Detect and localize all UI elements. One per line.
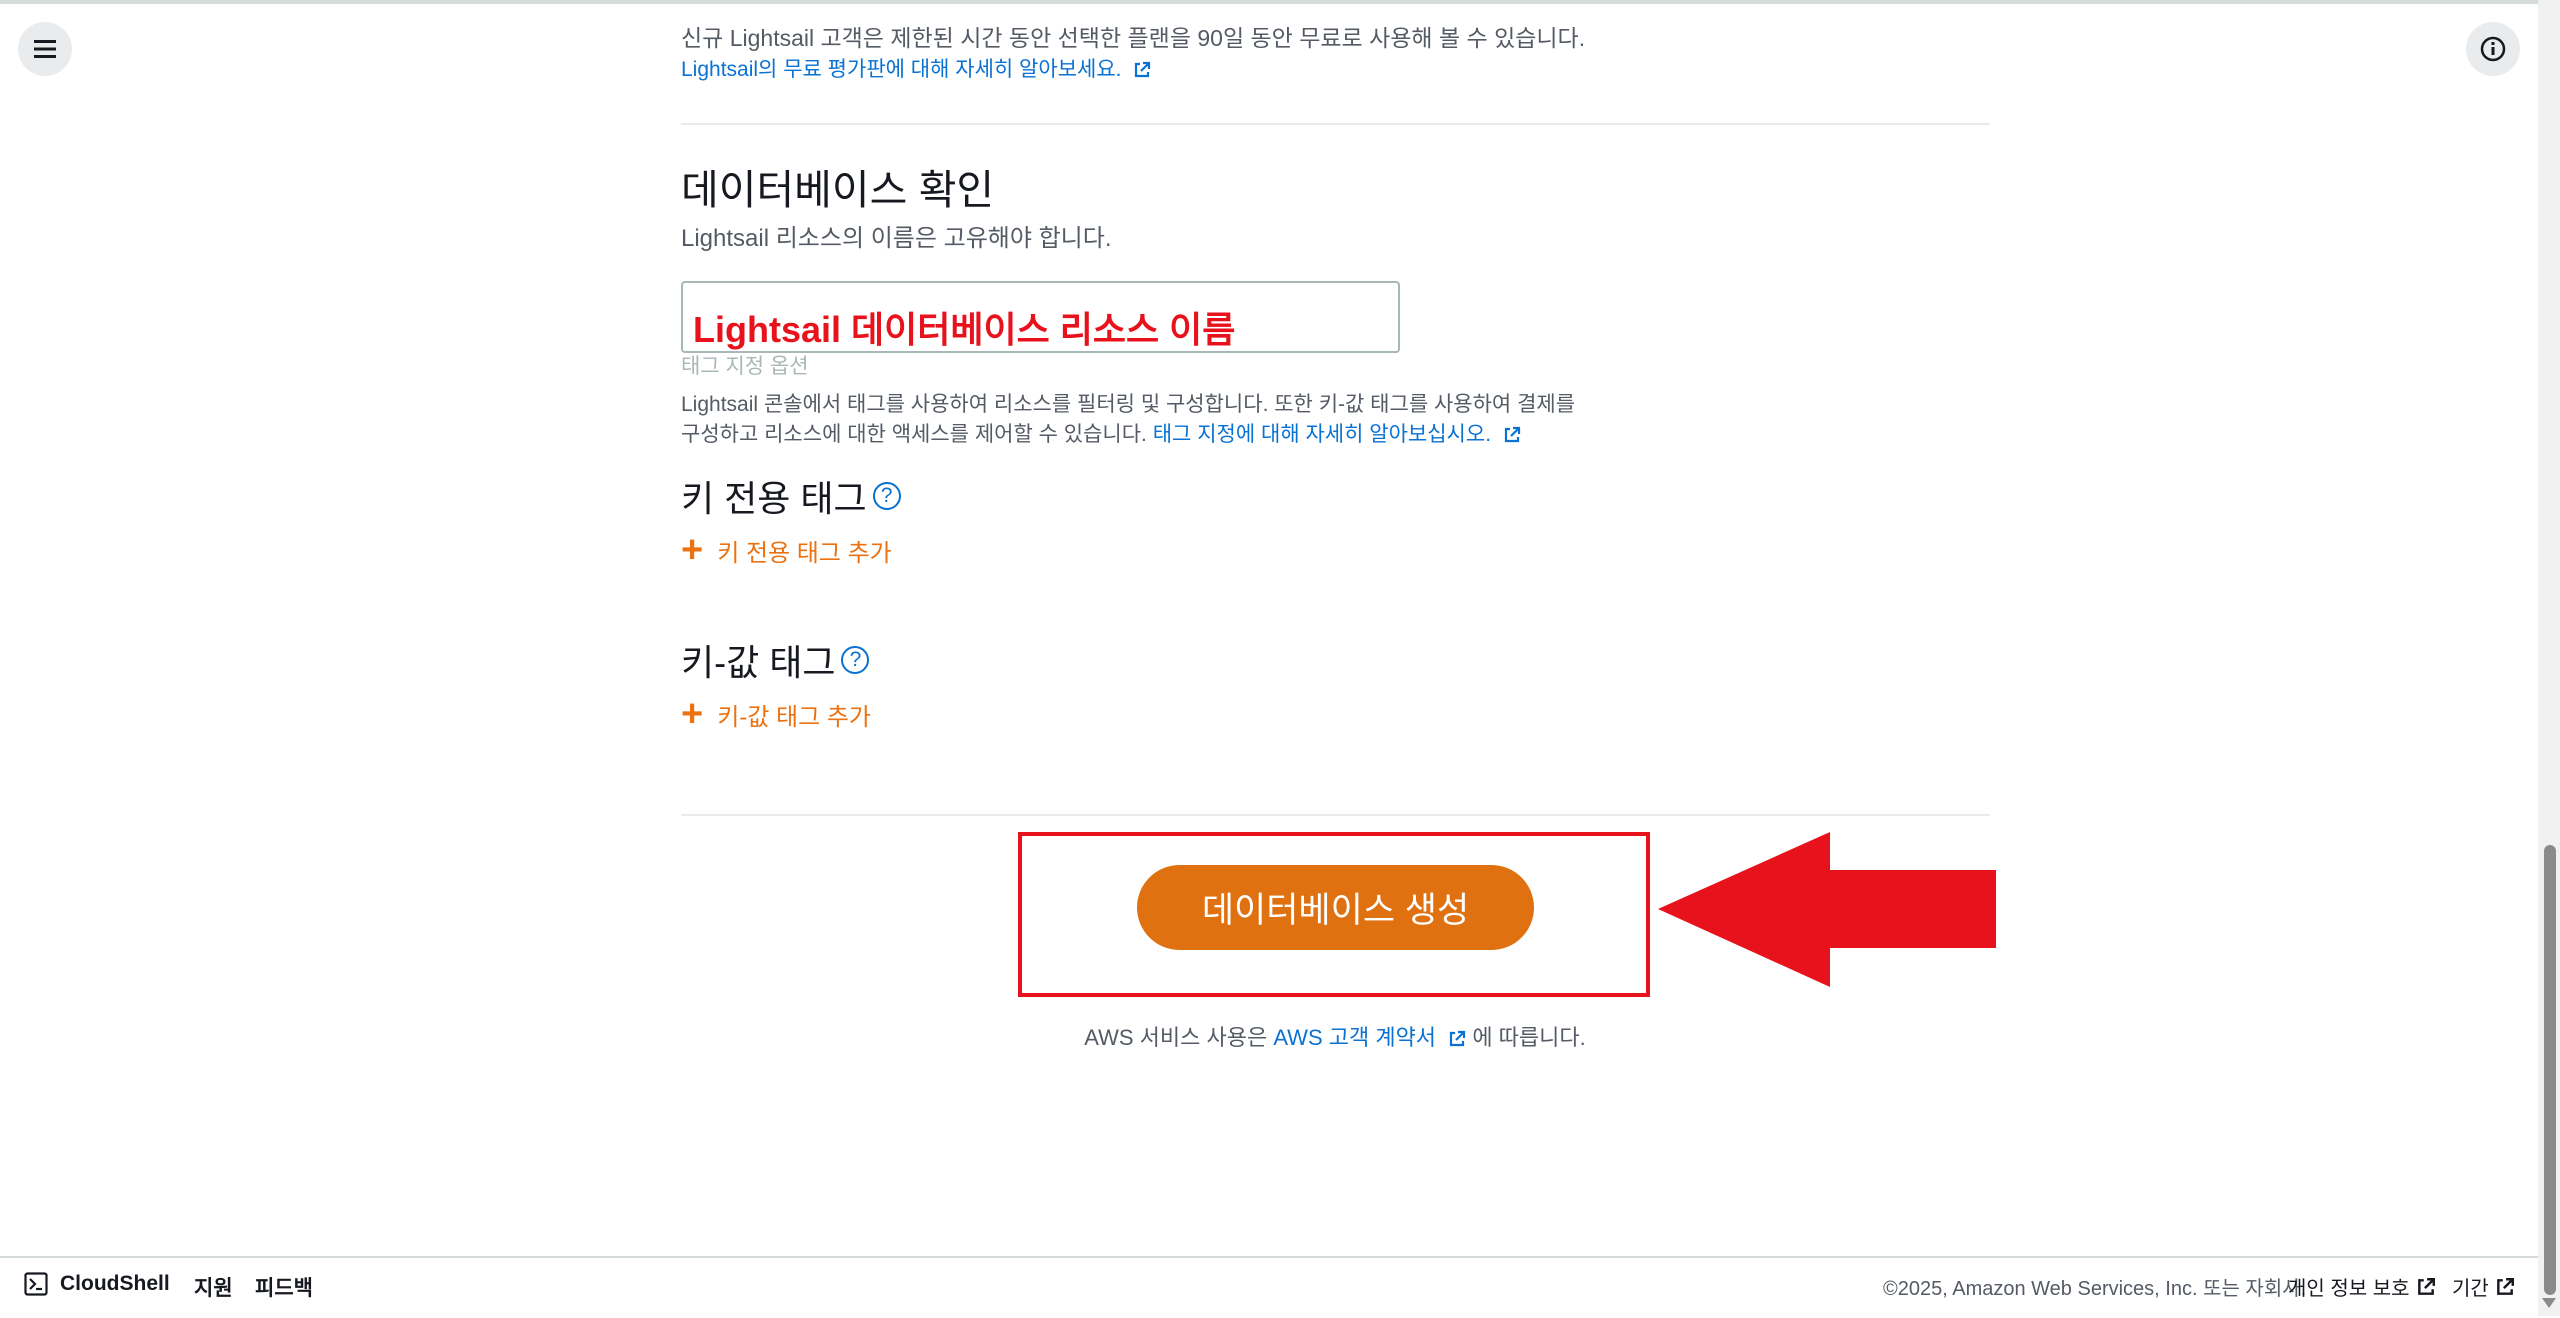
info-button[interactable] — [2466, 22, 2520, 76]
tag-description: Lightsail 콘솔에서 태그를 사용하여 리소스를 필터링 및 구성합니다… — [681, 390, 1731, 450]
key-only-tags-title: 키 전용 태그 — [681, 478, 867, 519]
external-link-icon — [2496, 1277, 2514, 1295]
terms-link[interactable]: 기간 — [2452, 1272, 2515, 1301]
scrollbar-thumb[interactable] — [2544, 845, 2556, 1295]
tag-option-label: 태그 지정 옵션 — [681, 355, 809, 378]
cloudshell-label: CloudShell — [60, 1272, 170, 1295]
cloudshell-button[interactable]: CloudShell — [24, 1272, 170, 1296]
key-only-tags-heading: 키 전용 태그 ? — [681, 470, 901, 522]
add-key-only-tag-label: 키 전용 태그 추가 — [717, 539, 892, 567]
terms-prefix: AWS 서비스 사용은 — [1084, 1025, 1268, 1050]
free-trial-link[interactable]: Lightsail의 무료 평가판에 대해 자세히 알아보세요. — [681, 58, 1122, 81]
red-arrow-annotation — [1658, 832, 1996, 987]
external-link-icon — [1135, 62, 1151, 78]
confirm-description: Lightsail 리소스의 이름은 고유해야 합니다. — [681, 225, 1112, 252]
database-name-value: Lightsail 데이터베이스 리소스 이름 — [693, 309, 1236, 350]
add-key-value-tag-label: 키-값 태그 추가 — [717, 703, 872, 731]
key-value-tags-heading: 키-값 태그 ? — [681, 634, 870, 686]
plus-icon: + — [681, 529, 704, 571]
customer-agreement-link[interactable]: AWS 고객 계약서 — [1273, 1025, 1436, 1050]
privacy-link[interactable]: 개인 정보 보호 — [2288, 1272, 2436, 1301]
console-footer: CloudShell 지원 피드백 ©2025, Amazon Web Serv… — [0, 1256, 2538, 1318]
help-icon[interactable]: ? — [841, 646, 870, 674]
top-divider — [0, 0, 2538, 4]
external-link-icon — [2417, 1277, 2435, 1295]
help-icon[interactable]: ? — [872, 482, 901, 510]
terms-suffix: 에 따릅니다. — [1472, 1025, 1586, 1050]
terms-label: 기간 — [2452, 1278, 2489, 1300]
section-divider — [681, 123, 1990, 125]
privacy-label: 개인 정보 보호 — [2288, 1278, 2410, 1300]
copyright-text: ©2025, Amazon Web Services, Inc. 또는 자회사. — [1883, 1278, 2307, 1300]
tag-description-line2: 구성하고 리소스에 대한 액세스를 제어할 수 있습니다. — [681, 423, 1147, 446]
external-link-icon — [1450, 1031, 1466, 1047]
database-name-input[interactable]: Lightsail 데이터베이스 리소스 이름 — [681, 281, 1400, 353]
free-trial-text: 신규 Lightsail 고객은 제한된 시간 동안 선택한 플랜을 90일 동… — [681, 25, 1586, 51]
external-link-icon — [1504, 427, 1520, 443]
support-link[interactable]: 지원 — [194, 1272, 233, 1302]
key-value-tags-title: 키-값 태그 — [681, 642, 836, 683]
feedback-link[interactable]: 피드백 — [255, 1272, 313, 1302]
free-trial-notice: 신규 Lightsail 고객은 제한된 시간 동안 선택한 플랜을 90일 동… — [681, 22, 1990, 85]
add-key-only-tag-button[interactable]: + 키 전용 태그 추가 — [681, 531, 892, 569]
terminal-icon — [24, 1272, 48, 1296]
terms-notice: AWS 서비스 사용은 AWS 고객 계약서 에 따릅니다. — [0, 1020, 2560, 1052]
hamburger-menu-icon — [34, 40, 56, 58]
plus-icon: + — [681, 693, 704, 735]
section-divider — [681, 814, 1990, 816]
menu-button[interactable] — [18, 22, 72, 76]
tag-learn-more-link[interactable]: 태그 지정에 대해 자세히 알아보십시오. — [1153, 423, 1491, 446]
scroll-down-arrow-icon[interactable] — [2542, 1298, 2556, 1308]
create-database-button[interactable]: 데이터베이스 생성 — [1137, 865, 1534, 950]
add-key-value-tag-button[interactable]: + 키-값 태그 추가 — [681, 695, 871, 733]
info-icon — [2480, 36, 2506, 62]
tag-description-line1: Lightsail 콘솔에서 태그를 사용하여 리소스를 필터링 및 구성합니다… — [681, 393, 1576, 416]
confirm-heading: 데이터베이스 확인 — [681, 167, 995, 213]
